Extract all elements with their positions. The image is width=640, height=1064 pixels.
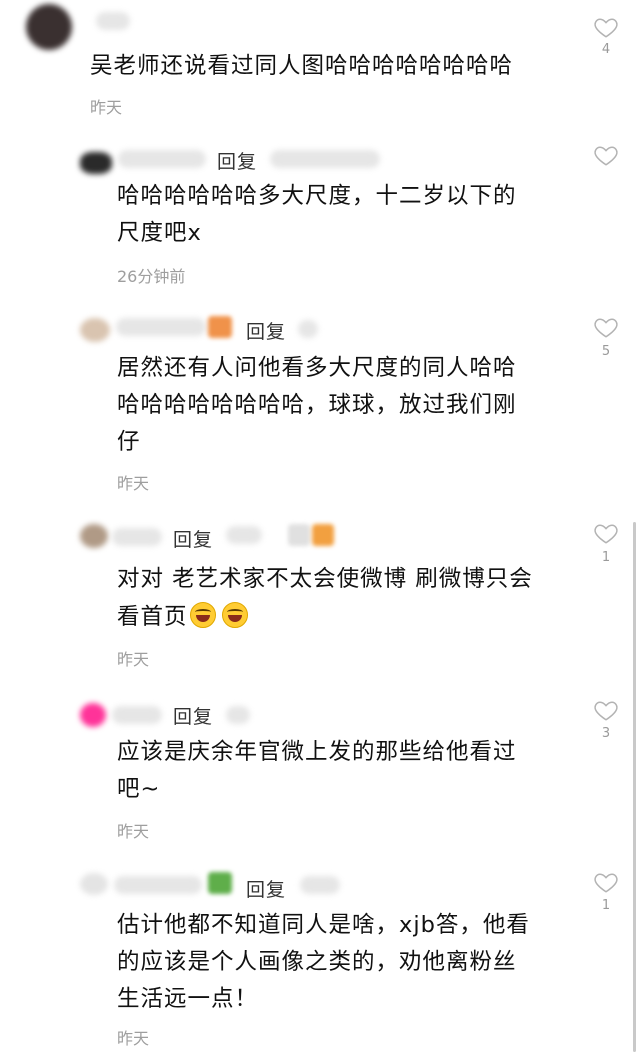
joy-emoji-icon bbox=[221, 602, 248, 628]
comment-text: 估计他都不知道同人是啥，xjb答，他看 的应该是个人画像之类的，劝他离粉丝 生活… bbox=[117, 912, 530, 1012]
comment-time: 26分钟前 bbox=[117, 267, 186, 286]
comment-text: 哈哈哈哈哈哈多大尺度，十二岁以下的 尺度吧x bbox=[117, 183, 517, 246]
like-heart-icon[interactable] bbox=[593, 869, 619, 895]
comment-time: 昨天 bbox=[90, 98, 123, 117]
badge-blurred bbox=[312, 524, 334, 546]
like-heart-icon[interactable] bbox=[593, 14, 619, 40]
comment-text: 吴老师还说看过同人图哈哈哈哈哈哈哈哈 bbox=[90, 53, 514, 79]
avatar[interactable] bbox=[26, 4, 72, 50]
like-count: 1 bbox=[601, 550, 611, 565]
comment-time: 昨天 bbox=[117, 474, 150, 493]
badge-blurred bbox=[208, 316, 232, 338]
reply-target-blurred[interactable] bbox=[300, 876, 340, 894]
comment-time: 昨天 bbox=[117, 1029, 150, 1048]
like-heart-icon[interactable] bbox=[593, 142, 619, 168]
avatar[interactable] bbox=[80, 152, 112, 174]
like-count: 4 bbox=[601, 42, 611, 57]
avatar[interactable] bbox=[80, 873, 108, 895]
comment-text: 对对 老艺术家不太会使微博 刷微博只会 看首页 bbox=[117, 566, 533, 630]
reply-label[interactable]: 回复 bbox=[217, 147, 257, 174]
badge-blurred bbox=[208, 872, 232, 894]
comment-text: 居然还有人问他看多大尺度的同人哈哈 哈哈哈哈哈哈哈哈，球球，放过我们刚 仔 bbox=[117, 355, 517, 455]
scrollbar[interactable] bbox=[633, 522, 636, 1052]
badge-blurred bbox=[288, 524, 310, 546]
username-blurred[interactable] bbox=[112, 706, 162, 724]
username-blurred[interactable] bbox=[116, 318, 206, 336]
joy-emoji-icon bbox=[189, 602, 216, 628]
username-blurred[interactable] bbox=[96, 12, 130, 30]
comment-time: 昨天 bbox=[117, 650, 150, 669]
reply-target-blurred[interactable] bbox=[298, 320, 318, 338]
comment-text: 应该是庆余年官微上发的那些给他看过 吧~ bbox=[117, 739, 517, 802]
like-heart-icon[interactable] bbox=[593, 697, 619, 723]
like-count: 3 bbox=[601, 726, 611, 741]
comment-time: 昨天 bbox=[117, 822, 150, 841]
reply-label[interactable]: 回复 bbox=[246, 875, 286, 902]
username-blurred[interactable] bbox=[118, 150, 206, 168]
username-blurred[interactable] bbox=[112, 528, 162, 546]
reply-target-blurred[interactable] bbox=[270, 150, 380, 168]
avatar[interactable] bbox=[80, 703, 106, 727]
like-heart-icon[interactable] bbox=[593, 520, 619, 546]
avatar[interactable] bbox=[80, 524, 108, 548]
reply-target-blurred[interactable] bbox=[226, 526, 262, 544]
like-heart-icon[interactable] bbox=[593, 314, 619, 340]
like-count: 1 bbox=[601, 898, 611, 913]
reply-label[interactable]: 回复 bbox=[246, 317, 286, 344]
username-blurred[interactable] bbox=[114, 876, 202, 894]
reply-label[interactable]: 回复 bbox=[173, 702, 213, 729]
avatar[interactable] bbox=[80, 318, 110, 342]
like-count: 5 bbox=[601, 344, 611, 359]
reply-label[interactable]: 回复 bbox=[173, 525, 213, 552]
reply-target-blurred[interactable] bbox=[226, 706, 250, 724]
